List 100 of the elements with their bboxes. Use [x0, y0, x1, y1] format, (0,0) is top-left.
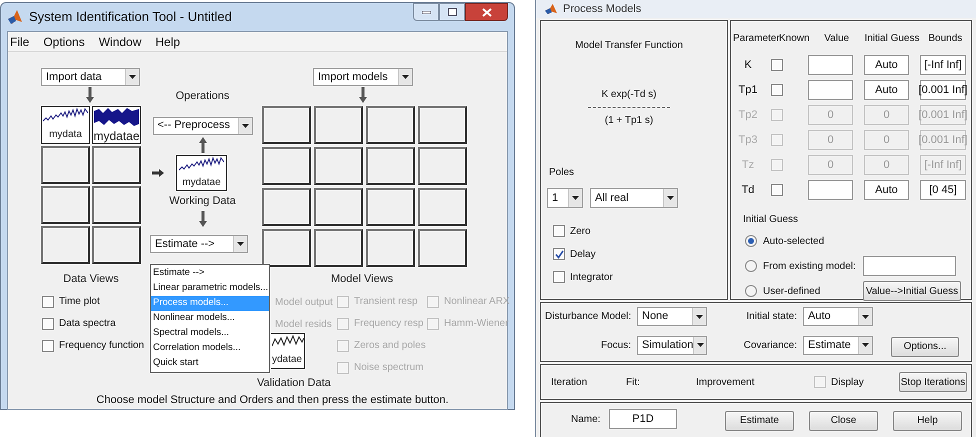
guess-field[interactable]: Auto — [864, 180, 909, 200]
menu-option[interactable]: Nonlinear models... — [151, 311, 269, 326]
button[interactable]: Stop Iterations — [899, 372, 967, 392]
menu-item[interactable]: Help — [155, 32, 180, 50]
empty-tile — [92, 146, 141, 184]
checkbox[interactable] — [771, 184, 783, 196]
tile-caption: Validation Data — [257, 376, 332, 390]
value-field[interactable] — [808, 55, 853, 75]
data-tile[interactable]: mydatae — [92, 106, 141, 144]
column-header: Iteration — [551, 376, 588, 390]
checkbox-label: Zero — [570, 224, 591, 238]
checkbox-label: Frequency function — [59, 339, 144, 353]
dropdown[interactable]: All real — [590, 188, 678, 208]
empty-tile — [314, 229, 363, 267]
checkbox[interactable] — [771, 84, 783, 96]
button[interactable]: Close — [809, 410, 878, 430]
model-field[interactable] — [863, 256, 956, 276]
checkbox-label: Frequency resp — [354, 317, 424, 331]
caret-icon — [402, 75, 409, 79]
parameter-name: Tp3 — [738, 132, 758, 148]
dropdown[interactable]: Simulation — [637, 336, 707, 354]
dropdown[interactable]: <-- Preprocess — [152, 116, 252, 134]
field-label: Disturbance Model: — [545, 310, 632, 324]
arrow-up-icon — [198, 136, 206, 152]
field-label: Initial state: — [745, 310, 798, 324]
data-tile[interactable]: ydatae — [271, 332, 305, 368]
menu-option[interactable]: Estimate --> — [151, 266, 269, 281]
checkbox[interactable] — [814, 376, 826, 388]
empty-tile — [262, 229, 311, 267]
caret-icon — [862, 314, 869, 318]
dropdown[interactable]: 1 — [547, 188, 583, 208]
app-icon — [7, 9, 23, 25]
column-header: Initial Guess — [864, 32, 920, 46]
empty-tile — [41, 146, 90, 184]
bounds-field[interactable]: [-Inf Inf] — [920, 55, 966, 75]
radio-label: From existing model: — [763, 260, 856, 274]
arrow-down-icon — [359, 87, 367, 103]
tile-label: mydatae — [93, 128, 140, 145]
menu-option[interactable]: Quick start — [151, 356, 269, 371]
checkbox[interactable] — [42, 318, 54, 330]
checkbox-label: Zeros and poles — [354, 339, 426, 353]
menu-option[interactable]: Linear parametric models... — [151, 281, 269, 296]
close-button[interactable] — [465, 3, 508, 21]
empty-tile — [366, 106, 415, 144]
button[interactable]: Help — [893, 410, 962, 430]
dropdown[interactable]: Import models — [313, 68, 413, 86]
arrow-down-icon — [86, 87, 94, 103]
menu-option[interactable]: Correlation models... — [151, 341, 269, 356]
menu-item[interactable]: Options — [43, 32, 85, 50]
caret-icon — [667, 196, 674, 200]
value-field[interactable] — [808, 80, 853, 100]
value-to-guess-button[interactable]: Value-->Initial Guess — [863, 281, 961, 301]
parameter-name: Tp1 — [738, 82, 758, 98]
maximize-button[interactable] — [439, 3, 465, 21]
radio-button[interactable] — [745, 285, 757, 297]
window-title: System Identification Tool - Untitled — [29, 8, 233, 26]
menu-item[interactable]: Window — [98, 32, 142, 50]
minimize-button[interactable] — [413, 3, 439, 21]
checkbox-label: Delay — [570, 248, 596, 262]
menu-item[interactable]: File — [10, 32, 30, 50]
value-field[interactable] — [808, 180, 853, 200]
name-field[interactable]: P1D — [609, 409, 677, 429]
checkbox[interactable] — [553, 225, 565, 237]
close-icon — [482, 8, 492, 16]
section-title: Model Views — [331, 272, 394, 287]
data-tile[interactable]: mydatae — [176, 154, 227, 190]
dropdown[interactable]: Estimate — [803, 336, 873, 354]
caret-icon — [572, 196, 579, 200]
empty-tile — [262, 106, 311, 144]
bounds-field[interactable]: [0 45] — [920, 180, 966, 200]
guess-field[interactable]: Auto — [864, 80, 909, 100]
dropdown[interactable]: None — [637, 307, 707, 326]
checkbox[interactable] — [42, 296, 54, 308]
caret-icon — [862, 343, 869, 347]
guess-field[interactable]: Auto — [864, 55, 909, 75]
radio-button[interactable] — [745, 260, 757, 272]
data-tile[interactable]: mydata — [41, 106, 90, 144]
field-label: Name: — [571, 412, 602, 426]
checkbox[interactable] — [553, 248, 565, 260]
radio-button[interactable] — [745, 235, 757, 247]
app-icon — [544, 3, 558, 15]
dropdown[interactable]: Import data — [41, 68, 140, 86]
bounds-field[interactable]: [0.001 Inf] — [920, 80, 966, 100]
checkbox[interactable] — [771, 59, 783, 71]
dropdown[interactable]: Auto — [803, 307, 873, 326]
empty-tile — [41, 226, 90, 264]
caret-icon — [696, 314, 703, 318]
caret-icon — [242, 124, 248, 128]
checkbox[interactable] — [553, 271, 565, 283]
dropdown[interactable]: Estimate --> — [150, 235, 248, 253]
button[interactable]: Options... — [891, 336, 959, 356]
empty-tile — [418, 229, 467, 267]
caret-icon — [696, 343, 704, 347]
caret-icon — [237, 242, 244, 246]
checkbox[interactable] — [42, 340, 54, 352]
button[interactable]: Estimate — [725, 410, 794, 430]
empty-tile — [418, 147, 467, 185]
menu-option[interactable]: Spectral models... — [151, 326, 269, 341]
column-header: Bounds — [927, 32, 964, 46]
window-title: Process Models — [563, 2, 642, 17]
